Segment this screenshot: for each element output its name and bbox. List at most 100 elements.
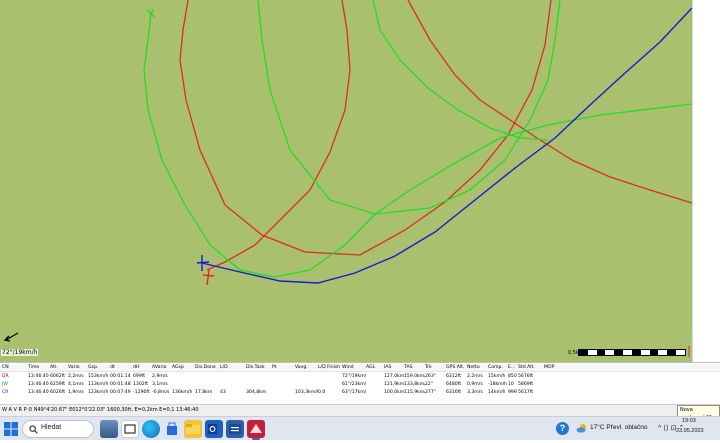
table-header-cell: IAS [384, 365, 392, 370]
table-cell: 123km/h [88, 390, 109, 395]
map-right-border [692, 0, 720, 362]
table-cell: CR [2, 390, 9, 395]
red-flight-track-3 [407, 0, 692, 204]
table-cell: 15km/h [488, 374, 506, 379]
table-cell: -1296ft [133, 390, 150, 395]
table-header-cell: L/D Finish [318, 365, 341, 370]
table-cell: 14km/h [488, 390, 506, 395]
table-header-row: CN Time Alt. Vario Gsp. dt dH AVario AGsp Dis.Don… [0, 364, 720, 372]
table-header-cell: AGL [366, 365, 376, 370]
table-cell: 6480ft [446, 382, 462, 387]
task-view-icon[interactable] [121, 420, 139, 438]
seeyou-app-icon[interactable] [247, 420, 265, 440]
table-cell: 13:46:40 [28, 390, 49, 395]
wind-arrow-icon [3, 332, 19, 342]
store-icon[interactable] [163, 420, 181, 438]
table-cell: DR [2, 374, 9, 379]
table-cell: 72°/19km/h/+4454ft [342, 374, 366, 379]
table-cell: 6026ft [50, 390, 66, 395]
red-flight-track [179, 0, 552, 256]
table-header-cell: MOP [544, 365, 555, 370]
table-cell: 6062ft [50, 374, 66, 379]
outlook-icon[interactable] [205, 420, 223, 438]
weather-text: 17°C Převl. oblačno [590, 424, 648, 431]
table-header-cell: Comp. [488, 365, 503, 370]
table-cell: 1,9m/s [68, 390, 84, 395]
glider-blue-marker[interactable] [196, 255, 210, 271]
table-header-cell: Pt [272, 365, 277, 370]
table-cell: 100,0km/h [384, 390, 404, 395]
table-row[interactable]: DR 13:46:40 6062ft 2,2m/s 153km/h 00:01:14 699… [0, 373, 720, 381]
edge-browser-icon[interactable] [142, 420, 160, 438]
table-cell: 103,3km/h [295, 390, 318, 395]
table-cell: 0,9m/s [467, 382, 483, 387]
table-header-cell: E... [508, 365, 516, 370]
table-cell: 22° [425, 382, 434, 387]
table-header-cell: Netto [467, 365, 480, 370]
table-header-cell: Std.Alt. [518, 365, 535, 370]
table-cell: 699ft [133, 374, 146, 379]
table-cell: 304,8km [246, 390, 267, 395]
table-header-cell: L/D [220, 365, 228, 370]
table-cell: 159,0km/h [404, 374, 425, 379]
wind-label: 72°/19km/h [1, 349, 39, 356]
windows-logo-icon [4, 422, 18, 436]
table-cell: 13:46:40 [28, 374, 49, 379]
table-cell: 115,9km/h [404, 390, 425, 395]
table-cell: 850 [508, 374, 517, 379]
table-header-cell: AGsp [172, 365, 184, 370]
cloud-weather-icon[interactable] [576, 422, 588, 434]
help-icon[interactable]: ? [556, 422, 569, 435]
table-cell: 5617ft [518, 390, 534, 395]
table-cell: 2,2m/s [467, 374, 483, 379]
table-cell: 133,8km/h [404, 382, 425, 387]
table-cell: 4,1m/s [68, 382, 84, 387]
start-button[interactable] [4, 422, 18, 436]
table-header-cell: AVario [152, 365, 167, 370]
table-cell: 5676ft [518, 374, 534, 379]
table-cell: 13:46:40 [28, 382, 49, 387]
green-flight-track-2 [257, 0, 561, 215]
glider-green-marker[interactable] [146, 8, 156, 19]
landscape-widget-icon[interactable] [100, 420, 118, 438]
table-cell: 61°/23km/h/+4652ft [342, 382, 366, 387]
table-cell: 3,3m/s [467, 390, 483, 395]
table-cell: JW [2, 382, 8, 387]
table-cell: 127,0km/h [384, 374, 404, 379]
taskbar-search-box[interactable]: Hledat [22, 420, 94, 438]
table-cell: 6312ft [446, 374, 462, 379]
table-header-cell: Wind [342, 365, 354, 370]
scale-bar [578, 349, 686, 356]
red-flight-track-2 [206, 0, 351, 271]
clock-date[interactable]: 23.05.2023 [676, 428, 704, 434]
word-icon[interactable] [226, 420, 244, 438]
flight-data-table: CN Time Alt. Vario Gsp. dt dH AVario AGsp Dis.Don… [0, 362, 720, 404]
table-header-cell: Dis.Task [246, 365, 265, 370]
table-header-cell: Alt. [50, 365, 58, 370]
table-header-cell: CN [2, 365, 9, 370]
table-cell: 10 [508, 382, 514, 387]
table-cell: -0,8m/s [152, 390, 170, 395]
table-cell: 6316ft [446, 390, 462, 395]
table-header-cell: GPS Alt. [446, 365, 465, 370]
table-cell: 153km/h [88, 374, 109, 379]
file-explorer-icon[interactable] [184, 420, 202, 438]
table-header-cell: Vavg. [295, 365, 308, 370]
table-header-cell: Gsp. [88, 365, 99, 370]
search-icon [29, 425, 38, 434]
table-cell: 3,1m/s [152, 382, 168, 387]
table-cell: 17,8km [195, 390, 213, 395]
table-cell: 1302ft [133, 382, 149, 387]
table-cell: 5869ft [518, 382, 534, 387]
table-row[interactable]: JW 13:46:40 6259ft 4,1m/s 113km/h 00:01:48 130… [0, 381, 720, 389]
table-cell: 136km/h [172, 390, 193, 395]
clock-time[interactable]: 19:03 [682, 418, 696, 424]
table-cell: 43 [220, 390, 226, 395]
table-header-cell: Trk [425, 365, 432, 370]
blue-flight-track [201, 7, 692, 284]
table-row[interactable]: CR 13:46:40 6026ft 1,9m/s 123km/h 00:07:49 -12… [0, 389, 720, 397]
pinned-apps [100, 420, 265, 440]
table-header-cell: TAS [404, 365, 413, 370]
map-view[interactable]: 72°/19km/h 0.5km [0, 0, 692, 362]
glider-red-marker[interactable] [202, 269, 215, 286]
